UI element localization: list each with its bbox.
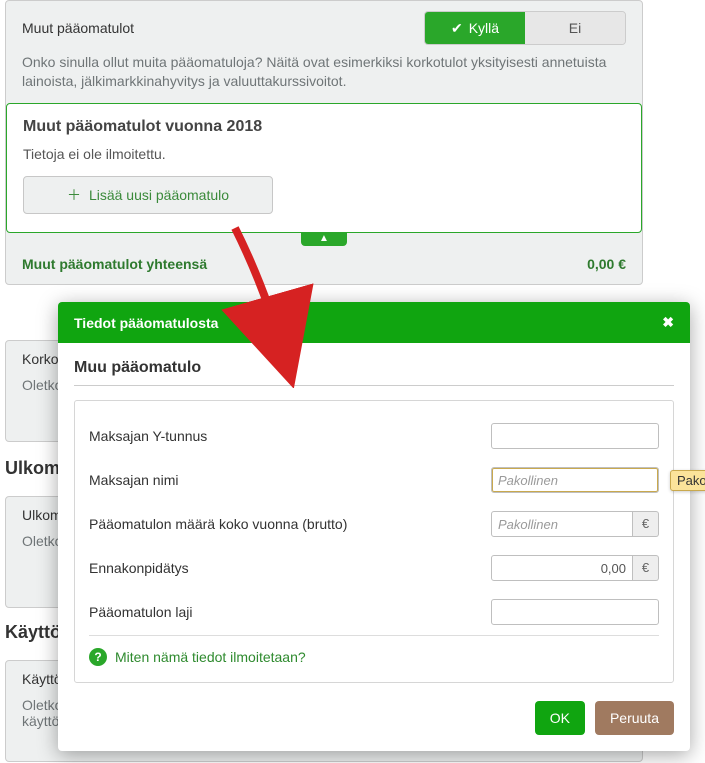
collapse-tab[interactable]: ▲ bbox=[301, 232, 347, 246]
capital-income-modal: Tiedot pääomatulosta ✖ Muu pääomatulo Ma… bbox=[58, 302, 690, 751]
section3-head: Ulkom bbox=[5, 458, 60, 479]
modal-subtitle: Muu pääomatulo bbox=[74, 359, 674, 386]
yes-no-toggle[interactable]: ✔ Kyllä Ei bbox=[424, 11, 626, 45]
input-amount[interactable] bbox=[491, 511, 633, 537]
yes-label: Kyllä bbox=[469, 20, 499, 36]
label-ytunnus: Maksajan Y-tunnus bbox=[89, 428, 207, 444]
label-type: Pääomatulon laji bbox=[89, 604, 193, 620]
label-payer-name: Maksajan nimi bbox=[89, 472, 178, 488]
inner-title: Muut pääomatulot vuonna 2018 bbox=[23, 118, 625, 136]
add-capital-income-button[interactable]: ＋ Lisää uusi pääomatulo bbox=[23, 176, 273, 214]
input-ytunnus[interactable] bbox=[491, 423, 659, 449]
currency-suffix: € bbox=[633, 511, 659, 537]
label-withholding: Ennakonpidätys bbox=[89, 560, 189, 576]
no-button[interactable]: Ei bbox=[525, 12, 625, 44]
label-amount: Pääomatulon määrä koko vuonna (brutto) bbox=[89, 516, 347, 532]
inner-text: Tietoja ei ole ilmoitettu. bbox=[23, 146, 625, 162]
capital-income-desc: Onko sinulla ollut muita pääomatuloja? N… bbox=[6, 53, 642, 103]
chevron-up-icon: ▲ bbox=[319, 233, 329, 244]
plus-icon: ＋ bbox=[67, 185, 81, 205]
input-type[interactable] bbox=[491, 599, 659, 625]
ok-button[interactable]: OK bbox=[535, 701, 585, 735]
input-withholding[interactable] bbox=[491, 555, 633, 581]
required-tooltip: Pakol bbox=[670, 470, 705, 491]
input-payer-name[interactable] bbox=[491, 467, 659, 493]
currency-suffix-2: € bbox=[633, 555, 659, 581]
cancel-button[interactable]: Peruuta bbox=[595, 701, 674, 735]
capital-income-label: Muut pääomatulot bbox=[22, 20, 134, 36]
yes-button[interactable]: ✔ Kyllä bbox=[425, 12, 525, 44]
help-link[interactable]: Miten nämä tiedot ilmoitetaan? bbox=[115, 649, 306, 665]
section4-head: Käyttö bbox=[5, 622, 61, 643]
totals-value: 0,00 € bbox=[587, 256, 626, 272]
add-button-label: Lisää uusi pääomatulo bbox=[89, 187, 229, 203]
help-icon[interactable]: ? bbox=[89, 648, 107, 666]
modal-title: Tiedot pääomatulosta bbox=[74, 315, 218, 331]
check-icon: ✔ bbox=[451, 20, 463, 36]
totals-label: Muut pääomatulot yhteensä bbox=[22, 256, 207, 272]
close-icon[interactable]: ✖ bbox=[662, 314, 674, 331]
